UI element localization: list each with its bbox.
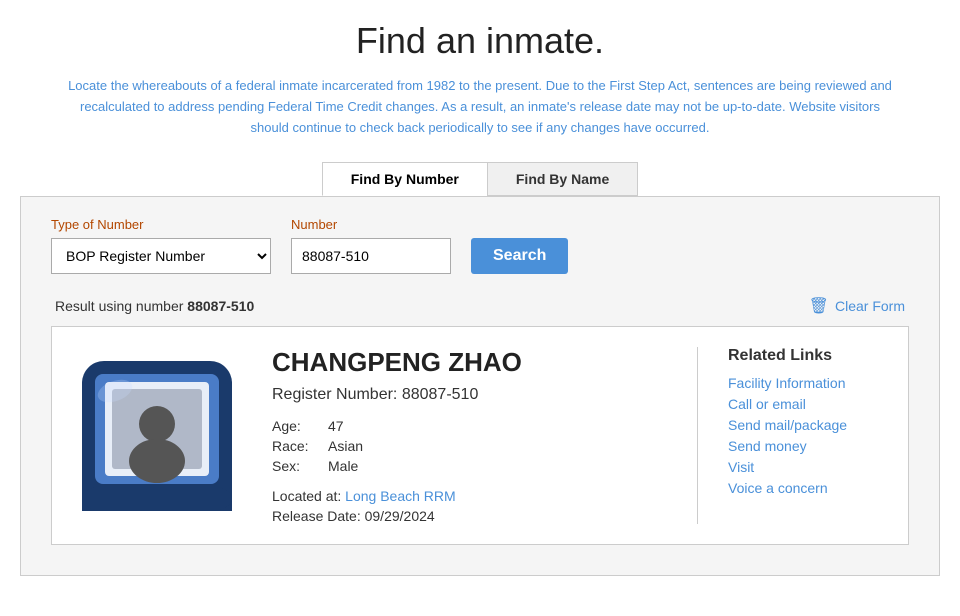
vertical-divider xyxy=(697,347,698,524)
release-line: Release Date: 09/29/2024 xyxy=(272,508,667,524)
avatar-area xyxy=(72,347,242,524)
result-number: 88087-510 xyxy=(187,298,254,314)
type-select[interactable]: BOP Register Number DCDC Number FBI Numb… xyxy=(51,238,271,274)
form-row: Type of Number BOP Register Number DCDC … xyxy=(51,217,909,274)
register-value: 88087-510 xyxy=(402,386,479,403)
race-label: Race: xyxy=(272,438,322,454)
type-of-number-group: Type of Number BOP Register Number DCDC … xyxy=(51,217,271,274)
result-text: Result using number 88087-510 xyxy=(55,298,254,314)
type-label: Type of Number xyxy=(51,217,271,232)
number-group: Number xyxy=(291,217,451,274)
sex-label: Sex: xyxy=(272,458,322,474)
age-label: Age: xyxy=(272,418,322,434)
release-date: 09/29/2024 xyxy=(365,508,435,524)
release-prefix: Release Date: xyxy=(272,508,365,524)
age-row: Age: 47 xyxy=(272,418,667,434)
related-link-visit[interactable]: Visit xyxy=(728,459,888,475)
page-wrapper: Find an inmate. Locate the whereabouts o… xyxy=(0,0,960,596)
search-button[interactable]: Search xyxy=(471,238,568,274)
related-link-send-money[interactable]: Send money xyxy=(728,438,888,454)
avatar-icon xyxy=(77,356,237,516)
sex-row: Sex: Male xyxy=(272,458,667,474)
related-link-call-email[interactable]: Call or email xyxy=(728,396,888,412)
race-row: Race: Asian xyxy=(272,438,667,454)
number-label: Number xyxy=(291,217,451,232)
race-value: Asian xyxy=(328,438,363,454)
tabs-row: Find By Number Find By Name xyxy=(20,162,940,196)
related-link-send-mail[interactable]: Send mail/package xyxy=(728,417,888,433)
sex-value: Male xyxy=(328,458,358,474)
result-bar: Result using number 88087-510 🗑 Clear Fo… xyxy=(51,290,909,326)
inmate-info: CHANGPENG ZHAO Register Number: 88087-51… xyxy=(262,347,667,524)
tab-find-by-number[interactable]: Find By Number xyxy=(322,162,487,196)
related-link-facility[interactable]: Facility Information xyxy=(728,375,888,391)
trash-icon: 🗑 xyxy=(809,296,829,316)
number-input[interactable] xyxy=(291,238,451,274)
search-panel: Type of Number BOP Register Number DCDC … xyxy=(20,196,940,576)
tab-find-by-name[interactable]: Find By Name xyxy=(487,162,638,196)
related-links-title: Related Links xyxy=(728,347,888,365)
location-link[interactable]: Long Beach RRM xyxy=(345,488,456,504)
details-table: Age: 47 Race: Asian Sex: Male xyxy=(272,418,667,474)
page-title: Find an inmate. xyxy=(20,20,940,62)
age-value: 47 xyxy=(328,418,344,434)
location-prefix: Located at: xyxy=(272,488,345,504)
clear-form-label: Clear Form xyxy=(835,298,905,314)
result-card: CHANGPENG ZHAO Register Number: 88087-51… xyxy=(51,326,909,545)
subtitle: Locate the whereabouts of a federal inma… xyxy=(20,76,940,138)
register-label: Register Number: xyxy=(272,386,402,403)
related-links: Related Links Facility Information Call … xyxy=(728,347,888,524)
inmate-name: CHANGPENG ZHAO xyxy=(272,347,667,378)
location-line: Located at: Long Beach RRM xyxy=(272,488,667,504)
register-number: Register Number: 88087-510 xyxy=(272,386,667,404)
clear-form-link[interactable]: 🗑 Clear Form xyxy=(809,296,905,316)
related-link-voice-concern[interactable]: Voice a concern xyxy=(728,480,888,496)
